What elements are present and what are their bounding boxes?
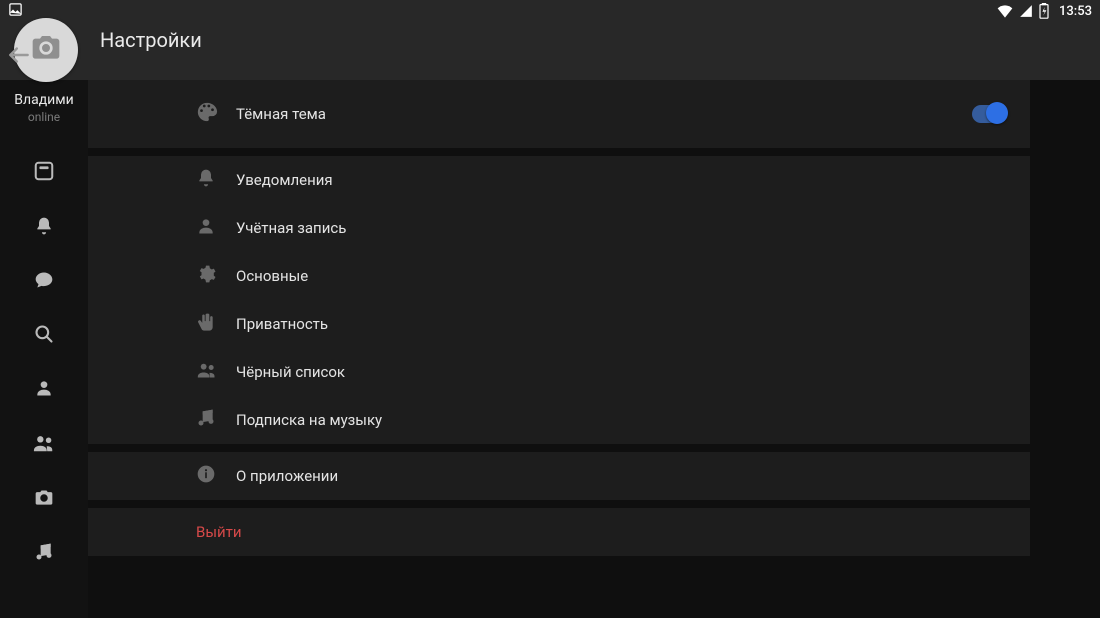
blacklist-label: Чёрный список xyxy=(236,363,345,381)
picture-icon xyxy=(8,2,23,20)
bell-icon xyxy=(34,216,54,236)
bell-icon xyxy=(196,168,216,192)
person-icon xyxy=(196,216,216,240)
back-button[interactable] xyxy=(6,42,32,72)
status-clock: 13:53 xyxy=(1059,4,1092,19)
chat-icon xyxy=(34,270,54,290)
people-icon xyxy=(196,360,218,384)
account-label: Учётная запись xyxy=(236,219,346,237)
row-general[interactable]: Основные xyxy=(88,252,1030,300)
row-about[interactable]: О приложении xyxy=(88,452,1030,500)
row-account[interactable]: Учётная запись xyxy=(88,204,1030,252)
notifications-label: Уведомления xyxy=(236,171,333,189)
privacy-label: Приватность xyxy=(236,315,328,333)
dark-theme-toggle[interactable] xyxy=(972,105,1006,123)
person-icon xyxy=(34,378,54,398)
feed-icon xyxy=(33,160,55,182)
people-icon xyxy=(33,432,55,454)
gear-icon xyxy=(196,264,216,288)
statusbar: 13:53 xyxy=(0,0,1100,22)
signal-icon xyxy=(1019,4,1033,18)
camera-filled-icon xyxy=(34,488,54,508)
profile-status: online xyxy=(0,110,88,124)
music-note-icon xyxy=(196,408,216,432)
battery-charging-icon xyxy=(1039,3,1049,19)
info-icon xyxy=(196,464,216,488)
row-notifications[interactable]: Уведомления xyxy=(88,156,1030,204)
camera-icon xyxy=(30,32,62,68)
sidebar-item-photos[interactable] xyxy=(0,488,88,508)
palette-icon xyxy=(196,101,218,127)
sidebar-item-friends[interactable] xyxy=(0,432,88,454)
wifi-icon xyxy=(997,4,1013,18)
general-label: Основные xyxy=(236,267,308,285)
row-dark-theme[interactable]: Тёмная тема xyxy=(88,80,1030,148)
row-music-subscription[interactable]: Подписка на музыку xyxy=(88,396,1030,444)
sidebar-item-profile[interactable] xyxy=(0,378,88,398)
sidebar-item-notifications[interactable] xyxy=(0,216,88,236)
page-title: Настройки xyxy=(100,28,202,52)
profile-block[interactable]: Владими online xyxy=(0,80,88,124)
sidebar: Владими online xyxy=(0,80,88,618)
sidebar-item-feed[interactable] xyxy=(0,160,88,182)
hand-icon xyxy=(196,312,216,336)
music-sub-label: Подписка на музыку xyxy=(236,411,382,429)
dark-theme-label: Тёмная тема xyxy=(236,105,326,123)
logout-label: Выйти xyxy=(196,523,242,541)
settings-content: Тёмная тема Уведомления Учётная запись xyxy=(88,80,1100,618)
sidebar-item-search[interactable] xyxy=(0,324,88,344)
profile-name: Владими xyxy=(2,92,86,108)
search-icon xyxy=(34,324,54,344)
row-blacklist[interactable]: Чёрный список xyxy=(88,348,1030,396)
row-logout[interactable]: Выйти xyxy=(88,508,1030,556)
sidebar-item-messages[interactable] xyxy=(0,270,88,290)
music-note-icon xyxy=(34,542,54,562)
about-label: О приложении xyxy=(236,467,338,485)
row-privacy[interactable]: Приватность xyxy=(88,300,1030,348)
sidebar-item-music[interactable] xyxy=(0,542,88,562)
